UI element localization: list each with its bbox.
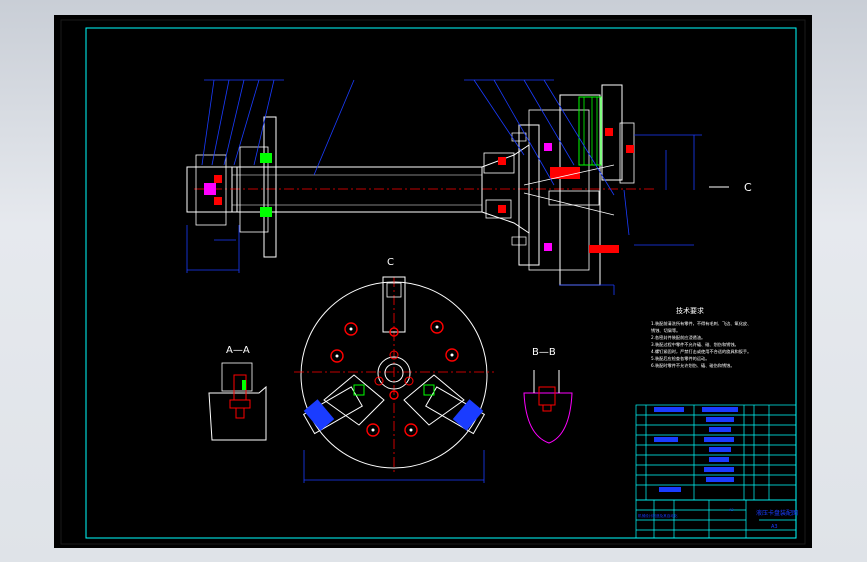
note-line: 6.装配时零件不允许划伤、磕、碰伤和锈蚀。 bbox=[651, 362, 735, 369]
note-line: 5.装配后应检查各零件的运动。 bbox=[651, 355, 709, 362]
bom-fills bbox=[654, 407, 738, 492]
section-b-label: B—B bbox=[532, 347, 556, 358]
section-a-label: A—A bbox=[226, 345, 250, 356]
section-a-view: A—A bbox=[208, 345, 267, 441]
note-line: 3.装配过程中零件不允许磕、碰、划伤和锈蚀。 bbox=[651, 341, 739, 348]
scale-label: A3 bbox=[729, 508, 734, 512]
cad-viewport[interactable]: C C A—A B—B 技术要求 1.装配前清洗所有零件，不得有毛刺、飞边、氧化… bbox=[0, 0, 867, 562]
section-b-view: B—B bbox=[523, 347, 573, 444]
section-c-label: C bbox=[744, 181, 752, 194]
notes-title: 技术要求 bbox=[676, 306, 704, 315]
drawing-canvas[interactable]: C C A—A B—B 技术要求 1.装配前清洗所有零件，不得有毛刺、飞边、氧化… bbox=[54, 15, 812, 548]
title-block bbox=[635, 499, 797, 539]
title-block-name: 液压卡盘装配图 bbox=[756, 509, 798, 517]
note-line: 锈蚀、切屑等。 bbox=[651, 327, 680, 334]
technical-notes: 技术要求 1.装配前清洗所有零件，不得有毛刺、飞边、氧化皮、 锈蚀、切屑等。 2… bbox=[651, 306, 751, 369]
sheet-border bbox=[60, 19, 806, 545]
drawing-sheet[interactable]: C C A—A B—B 技术要求 1.装配前清洗所有零件，不得有毛刺、飞边、氧化… bbox=[54, 15, 812, 548]
main-section-view bbox=[186, 84, 654, 286]
note-line: 2.各密封件装配前应浸透油。 bbox=[651, 334, 705, 341]
leader-lines bbox=[201, 79, 702, 295]
title-block-school: 机械设计制造及其自动化 bbox=[638, 513, 678, 518]
drawing-frame bbox=[85, 27, 797, 539]
chuck-face-view: C bbox=[294, 257, 494, 483]
top-view-label: C bbox=[387, 257, 394, 268]
title-block-sheet: A3 bbox=[771, 524, 778, 530]
note-line: 4.螺钉紧固时，严禁打击或使用不合适的旋具和扳手。 bbox=[651, 348, 751, 355]
note-line: 1.装配前清洗所有零件，不得有毛刺、飞边、氧化皮、 bbox=[651, 320, 751, 327]
